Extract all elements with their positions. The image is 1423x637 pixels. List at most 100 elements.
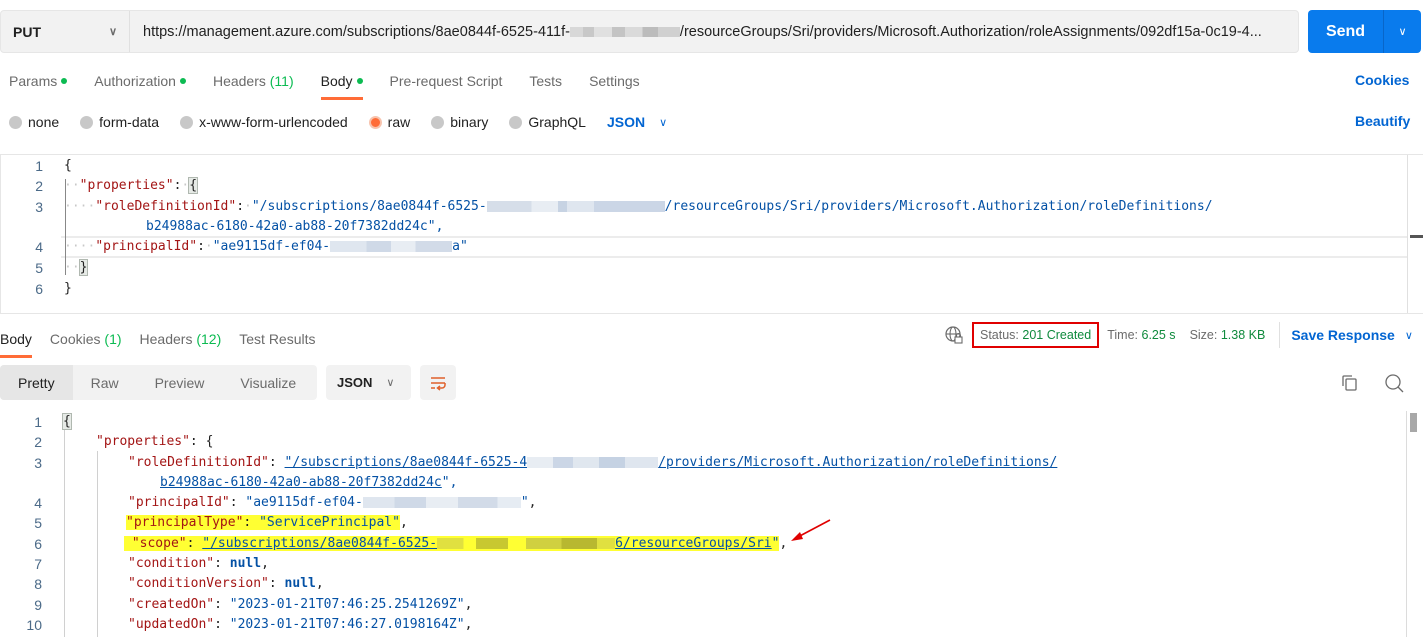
wrap-lines-button[interactable] [420,365,456,400]
tab-label: Pre-request Script [389,73,503,89]
radio-circle-icon [80,115,94,129]
body-format-select[interactable]: JSON ∨ [607,114,667,130]
line-number: 7 [34,556,42,572]
code-text: ··} [64,259,89,276]
code-text: "principalId": "ae9115df-ef04- ", [128,495,537,510]
cookies-link[interactable]: Cookies [1355,72,1409,88]
line-number: 1 [35,158,43,174]
view-pretty[interactable]: Pretty [0,365,73,400]
json-value: "ae9115df-ef04- [212,239,331,254]
status-value[interactable]: 201 Created [1022,328,1091,342]
line-number: 3 [35,199,43,215]
active-indicator-dot [356,78,363,85]
scrollbar-thumb[interactable] [1410,235,1423,238]
json-key: "roleDefinitionId" [95,199,237,214]
radio-form-data[interactable]: form-data [80,114,159,130]
json-link-value[interactable]: "/subscriptions/8ae0844f-6525-4 [285,455,528,470]
active-indicator-dot [179,78,186,85]
tab-params[interactable]: Params [9,70,68,100]
json-link-value[interactable]: 6/resourceGroups/Sri [615,536,772,551]
view-preview[interactable]: Preview [137,365,223,400]
code-text: "roleDefinitionId": "/subscriptions/8ae0… [128,455,1058,470]
json-key: "properties" [79,178,174,193]
json-link-value[interactable]: b24988ac-6180-42a0-ab88-20f7382dd24c [160,475,442,490]
json-key: "principalType" [126,515,244,530]
view-raw[interactable]: Raw [73,365,137,400]
json-link-value[interactable]: "/subscriptions/8ae0844f-6525- [202,536,437,551]
response-format-value: JSON [337,375,373,390]
send-button[interactable]: Send [1308,10,1384,53]
red-arrow-annotation-icon [791,519,831,541]
radio-none[interactable]: none [9,114,59,130]
radio-x-www-form-urlencoded[interactable]: x-www-form-urlencoded [180,114,348,130]
tab-authorization[interactable]: Authorization [94,70,186,100]
json-link-value[interactable]: /providers/Microsoft.Authorization/roleD… [658,455,1057,470]
response-scrollbar[interactable] [1406,411,1417,637]
status-annotation-box: Status: 201 Created [972,322,1100,348]
tab-label: Test Results [239,331,316,347]
beautify-button[interactable]: Beautify [1355,113,1410,129]
response-format-select[interactable]: JSON ∨ [326,365,411,400]
json-key: "updatedOn" [128,617,215,632]
json-value: b24988ac-6180-42a0-ab88-20f7382dd24c", [146,219,444,234]
line-number: 10 [26,617,42,633]
response-view-mode: Pretty Raw Preview Visualize [0,365,317,400]
radio-raw[interactable]: raw [368,114,410,130]
json-value: a" [452,239,468,254]
radio-circle-icon [431,115,445,129]
code-text: "conditionVersion": null, [128,576,324,591]
tab-test-results[interactable]: Test Results [239,328,315,358]
editor-scrollbar[interactable] [1407,155,1423,313]
url-input[interactable]: https://management.azure.com/subscriptio… [130,24,1298,40]
search-icon[interactable] [1383,372,1405,394]
save-response-button[interactable]: Save Response ∨ [1291,327,1413,343]
tab-settings[interactable]: Settings [589,70,640,100]
redacted-text [486,201,665,212]
radio-binary[interactable]: binary [431,114,488,130]
headers-count: (11) [269,73,294,89]
response-body-viewer[interactable]: 1 { 2 "properties": { 3 "roleDefinitionId":… [0,408,1423,637]
code-text: { [64,158,72,173]
chevron-down-icon: ∨ [1404,329,1413,342]
http-method-select[interactable]: PUT ∨ [1,11,130,52]
view-visualize[interactable]: Visualize [222,365,314,400]
request-url-bar: PUT ∨ https://management.azure.com/subsc… [0,10,1299,53]
response-status-bar: Status: 201 Created Time: 6.25 s Size: 1… [944,321,1413,349]
url-text-prefix: https://management.azure.com/subscriptio… [143,23,570,40]
time-label: Time: [1107,328,1139,342]
tab-headers[interactable]: Headers (11) [213,70,294,100]
line-number: 2 [35,178,43,194]
code-text: ····"principalId":·"ae9115df-ef04- a" [64,239,468,254]
send-options-dropdown[interactable]: ∨ [1384,10,1421,53]
tab-tests[interactable]: Tests [529,70,562,100]
radio-circle-icon [9,115,22,129]
line-number: 6 [34,536,42,552]
radio-graphql[interactable]: GraphQL [509,114,586,130]
status-label: Status: [980,328,1019,342]
json-null: null [284,576,316,591]
tab-label: Cookies [49,331,101,347]
body-type-radios: none form-data x-www-form-urlencoded raw… [9,112,667,132]
scrollbar-thumb[interactable] [1410,413,1417,432]
size-value: 1.38 KB [1220,328,1266,342]
json-value: "ae9115df-ef04- [245,495,363,510]
line-number: 9 [34,597,42,613]
body-format-value: JSON [606,114,646,130]
tab-response-cookies[interactable]: Cookies (1) [50,328,122,358]
tab-response-headers[interactable]: Headers (12) [140,328,222,358]
globe-lock-icon[interactable] [944,325,964,345]
json-value: /resourceGroups/Sri/providers/Microsoft.… [664,199,1213,214]
code-text: "principalType": "ServicePrincipal", [126,515,408,530]
redacted-text [330,241,453,252]
tab-body[interactable]: Body [320,70,363,100]
radio-selected-icon [368,115,382,129]
response-time[interactable]: Time: 6.25 s [1107,328,1175,342]
copy-icon[interactable] [1339,373,1359,393]
tab-pre-request-script[interactable]: Pre-request Script [390,70,503,100]
json-key: "condition" [128,556,215,571]
tab-response-body[interactable]: Body [0,328,32,358]
request-body-editor[interactable]: 1 { 2 ··"properties":·{ 3 ····"roleDefiniti… [0,154,1423,314]
active-indicator-dot [61,78,68,85]
response-size[interactable]: Size: 1.38 KB [1190,328,1266,342]
redacted-text [569,26,680,37]
